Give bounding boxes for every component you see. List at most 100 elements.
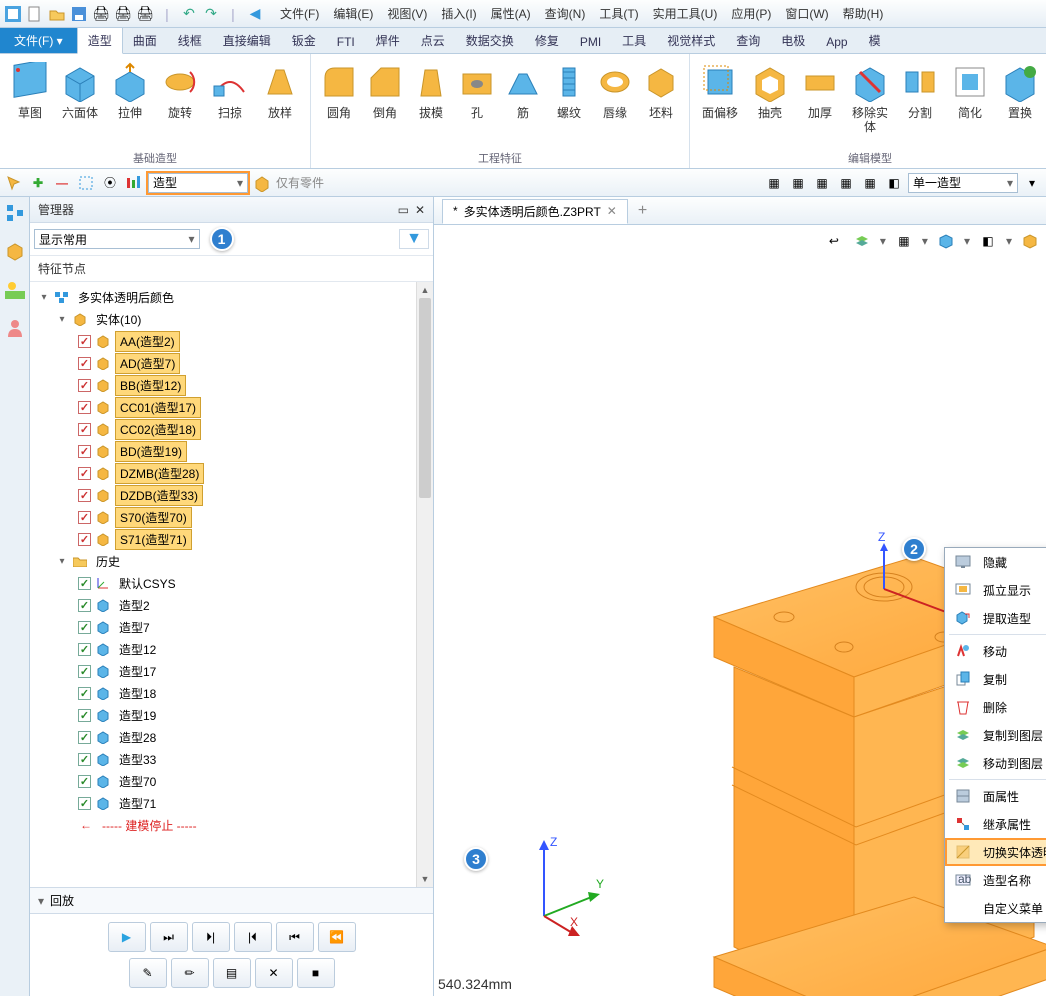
menu-util[interactable]: 实用工具(U): [647, 3, 724, 24]
checkbox-icon[interactable]: ✓: [78, 599, 91, 612]
checkbox-icon[interactable]: ✓: [78, 687, 91, 700]
next-button[interactable]: ⏭: [150, 922, 188, 952]
checkbox-icon[interactable]: ✓: [78, 489, 91, 502]
tree-item[interactable]: 造型33: [115, 750, 160, 769]
tree-item[interactable]: AD(造型7): [115, 353, 180, 374]
btn-extrude[interactable]: 拉伸: [106, 58, 154, 122]
checkbox-icon[interactable]: ✓: [78, 379, 91, 392]
ls-user-icon[interactable]: [3, 315, 27, 339]
checkbox-icon[interactable]: ✓: [78, 335, 91, 348]
tab-point[interactable]: 点云: [411, 28, 456, 53]
viewport-tab[interactable]: * 多实体透明后颜色.Z3PRT ✕: [442, 199, 628, 224]
rewind-button[interactable]: ⏪: [318, 922, 356, 952]
tab-mold[interactable]: 模: [859, 28, 892, 53]
bars-icon[interactable]: [124, 173, 144, 193]
tab-wire[interactable]: 线框: [168, 28, 213, 53]
btn-fillet[interactable]: 圆角: [317, 58, 361, 122]
part-icon[interactable]: [252, 173, 272, 193]
btn-thicken[interactable]: 加厚: [796, 58, 844, 136]
file-tab[interactable]: 文件(F) ▾: [0, 28, 77, 53]
tree-item[interactable]: 造型28: [115, 728, 160, 747]
tree-item[interactable]: 造型71: [115, 794, 160, 813]
tree-item[interactable]: 造型7: [115, 618, 154, 637]
filter-icon[interactable]: ▼: [399, 229, 429, 249]
tree-item[interactable]: 造型2: [115, 596, 154, 615]
menu-insert[interactable]: 插入(I): [435, 3, 482, 24]
tree-item[interactable]: 造型19: [115, 706, 160, 725]
select-icon[interactable]: [76, 173, 96, 193]
undo-icon[interactable]: ↶: [180, 5, 198, 23]
tab-app[interactable]: App: [816, 31, 858, 53]
playback-header[interactable]: ▾回放: [30, 887, 433, 914]
btn-split[interactable]: 分割: [896, 58, 944, 136]
pencil-button[interactable]: ✏: [171, 958, 209, 988]
menu-query[interactable]: 查询(N): [539, 3, 592, 24]
checkbox-icon[interactable]: ✓: [78, 775, 91, 788]
menu-window[interactable]: 窗口(W): [779, 3, 834, 24]
menu-item[interactable]: abc造型名称: [945, 866, 1046, 894]
tab-visual[interactable]: 视觉样式: [657, 28, 726, 53]
menu-item[interactable]: 切换实体透明度: [945, 838, 1046, 866]
btn-hole[interactable]: 孔: [455, 58, 499, 122]
tab-direct[interactable]: 直接编辑: [213, 28, 282, 53]
tab-pmi[interactable]: PMI: [570, 31, 612, 53]
tab-data[interactable]: 数据交换: [456, 28, 525, 53]
btn-sketch[interactable]: 草图: [6, 58, 54, 122]
tab-shape[interactable]: 造型: [77, 27, 123, 54]
btn-loft[interactable]: 放样: [256, 58, 304, 122]
tab-surface[interactable]: 曲面: [123, 28, 168, 53]
checkbox-icon[interactable]: ✓: [78, 709, 91, 722]
viewport[interactable]: * 多实体透明后颜色.Z3PRT ✕ + ↩ ▾ ▦▾ ▾ ◧▾: [434, 197, 1046, 996]
start-button[interactable]: |⏴: [234, 922, 272, 952]
checkbox-icon[interactable]: ✓: [78, 621, 91, 634]
tree-item[interactable]: AA(造型2): [115, 331, 180, 352]
menu-item[interactable]: 隐藏: [945, 548, 1046, 576]
back-icon[interactable]: ◀: [246, 5, 264, 23]
play-button[interactable]: ▶: [108, 922, 146, 952]
menu-item[interactable]: 移动: [945, 637, 1046, 665]
checkbox-icon[interactable]: ✓: [78, 797, 91, 810]
tree-item[interactable]: S71(造型71): [115, 529, 192, 550]
btn-box[interactable]: 六面体: [56, 58, 104, 122]
stop-button[interactable]: ■: [297, 958, 335, 988]
menu-item[interactable]: 自定义菜单: [945, 894, 1046, 922]
tab-elec[interactable]: 电极: [771, 28, 816, 53]
menu-app[interactable]: 应用(P): [725, 3, 777, 24]
checkbox-icon[interactable]: ✓: [78, 357, 91, 370]
tree-item[interactable]: CC01(造型17): [115, 397, 201, 418]
checkbox-icon[interactable]: ✓: [78, 445, 91, 458]
checkbox-icon[interactable]: ✓: [78, 533, 91, 546]
btn-replace[interactable]: 置换: [996, 58, 1044, 136]
btn-lip[interactable]: 唇缘: [593, 58, 637, 122]
delete-button[interactable]: ✕: [255, 958, 293, 988]
dot-icon[interactable]: ⦿: [100, 173, 120, 193]
checkbox-icon[interactable]: ✓: [78, 665, 91, 678]
tree-item[interactable]: DZDB(造型33): [115, 485, 203, 506]
vt-box-icon[interactable]: [936, 231, 956, 251]
btn-remove[interactable]: 移除实体: [846, 58, 894, 136]
checkbox-icon[interactable]: ✓: [78, 423, 91, 436]
brush-button[interactable]: ✎: [129, 958, 167, 988]
tab-repair[interactable]: 修复: [525, 28, 570, 53]
t4-icon[interactable]: ▦: [836, 173, 856, 193]
vt-back-icon[interactable]: ↩: [824, 231, 844, 251]
btn-simplify[interactable]: 简化: [946, 58, 994, 136]
ls-sun-icon[interactable]: [3, 277, 27, 301]
tab-query[interactable]: 查询: [726, 28, 771, 53]
menu-item[interactable]: 复制: [945, 665, 1046, 693]
vt-layers-icon[interactable]: [852, 231, 872, 251]
menu-item[interactable]: 删除: [945, 693, 1046, 721]
tree-item[interactable]: 造型17: [115, 662, 160, 681]
cursor-icon[interactable]: [4, 173, 24, 193]
print3-icon[interactable]: 🖨: [136, 5, 154, 23]
btn-thread[interactable]: 螺纹: [547, 58, 591, 122]
btn-revolve[interactable]: 旋转: [156, 58, 204, 122]
close-icon[interactable]: ✕: [415, 203, 425, 217]
menu-item[interactable]: 继承属性: [945, 810, 1046, 838]
tree-item[interactable]: 默认CSYS: [115, 574, 180, 593]
vt-color-icon[interactable]: ◧: [978, 231, 998, 251]
t1-icon[interactable]: ▦: [764, 173, 784, 193]
tree-scrollbar[interactable]: ▲ ▼: [416, 282, 433, 887]
ls-box-icon[interactable]: [3, 239, 27, 263]
checkbox-icon[interactable]: ✓: [78, 731, 91, 744]
